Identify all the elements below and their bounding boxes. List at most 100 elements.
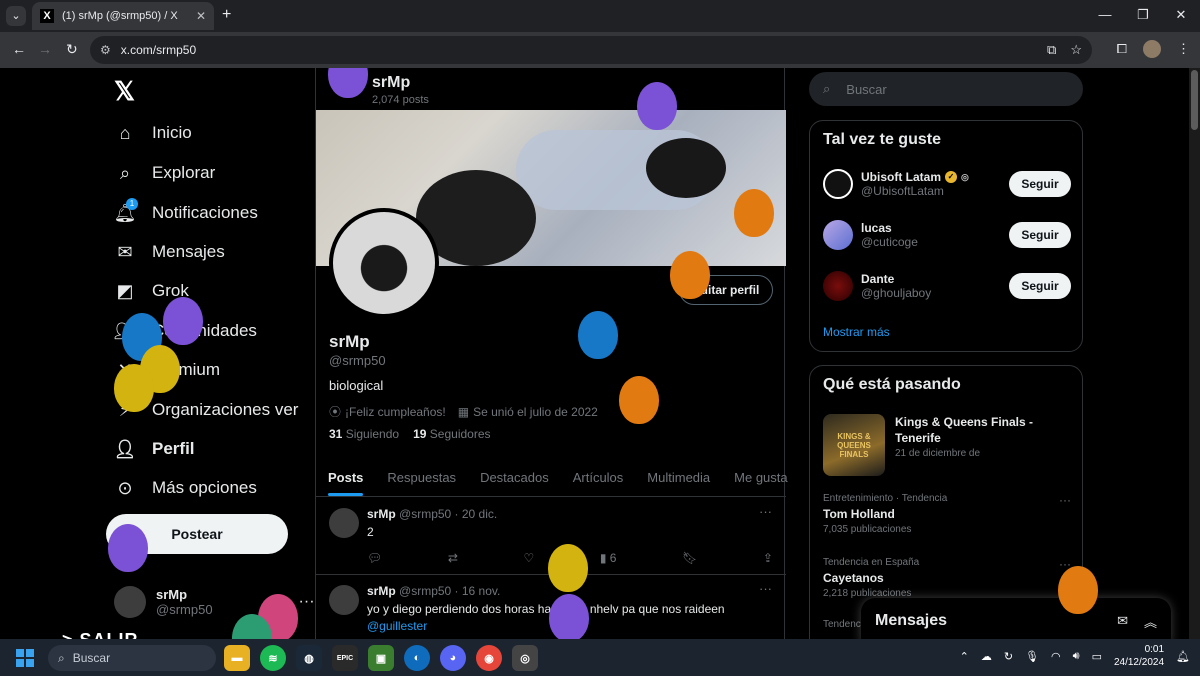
- site-info-icon[interactable]: ⚙: [100, 43, 111, 57]
- app-icon[interactable]: ◎: [512, 645, 538, 671]
- show-more-link[interactable]: Mostrar más: [823, 325, 890, 339]
- tab-search-dropdown[interactable]: ⌄: [6, 6, 26, 26]
- nav-item-notificaciones[interactable]: 🔔︎ 1 Notificaciones: [113, 198, 258, 224]
- close-tab-icon[interactable]: ✕: [196, 9, 206, 23]
- cloud-icon[interactable]: ☁: [981, 650, 992, 663]
- trend-item[interactable]: Tendencia en España Cayetanos 2,218 publ…: [823, 557, 1071, 599]
- avatar[interactable]: [329, 508, 359, 538]
- messages-drawer[interactable]: Mensajes ✉ ︽: [861, 598, 1171, 639]
- windows-start-icon[interactable]: [16, 649, 34, 667]
- minimize-icon[interactable]: —: [1086, 0, 1124, 32]
- x-logo-icon[interactable]: 𝕏: [114, 76, 135, 107]
- window-controls: — ❐ ✕: [1086, 0, 1200, 32]
- minecraft-icon[interactable]: ▣: [368, 645, 394, 671]
- trend-more-icon[interactable]: ···: [1059, 493, 1071, 507]
- spotify-icon[interactable]: ≋: [260, 645, 286, 671]
- suggestion-row[interactable]: Dante @ghouljaboy Seguir: [823, 266, 1071, 306]
- share-icon[interactable]: ⇪: [763, 551, 773, 565]
- event-item[interactable]: KINGS & QUEENS FINALS Kings & Queens Fin…: [823, 414, 1045, 476]
- tab-destacados[interactable]: Destacados: [468, 458, 561, 496]
- follow-stats: 31 Siguiendo 19 Seguidores: [329, 427, 491, 441]
- post-more-icon[interactable]: ···: [759, 504, 772, 519]
- notification-bell-icon[interactable]: 🔔︎: [1176, 650, 1190, 663]
- battery-icon[interactable]: ▭: [1092, 650, 1102, 663]
- reload-icon[interactable]: ↻: [66, 41, 78, 58]
- install-app-icon[interactable]: ⧉: [1047, 42, 1056, 58]
- nav-item-mas-opciones[interactable]: ⊙ Más opciones: [114, 477, 256, 499]
- new-tab-icon[interactable]: +: [222, 6, 231, 24]
- wifi-icon[interactable]: ◠: [1051, 650, 1061, 663]
- tab-multimedia[interactable]: Multimedia: [635, 458, 722, 496]
- taskbar-search[interactable]: ⌕ Buscar: [48, 645, 216, 671]
- new-message-icon[interactable]: ✉: [1117, 613, 1128, 629]
- views-stat[interactable]: ▮ 6: [600, 551, 617, 565]
- scrollbar-thumb[interactable]: [1191, 70, 1198, 130]
- browser-menu-icon[interactable]: ⋮: [1177, 41, 1190, 57]
- close-window-icon[interactable]: ✕: [1162, 0, 1200, 32]
- more-icon: ···: [298, 593, 315, 610]
- browser-tabbar: ⌄ X (1) srMp (@srmp50) / X ✕ + — ❐ ✕: [0, 0, 1200, 32]
- post-count: 2,074 posts: [372, 94, 429, 106]
- search-icon: ⌕: [58, 650, 65, 665]
- clock[interactable]: 0:01 24/12/2024: [1114, 643, 1164, 669]
- followers-link[interactable]: 19 Seguidores: [413, 427, 490, 441]
- url-text[interactable]: x.com/srmp50: [121, 43, 1037, 57]
- tab-me-gusta[interactable]: Me gusta: [722, 458, 799, 496]
- balloon-decoration: [637, 82, 677, 130]
- profile-avatar-icon[interactable]: [1143, 40, 1161, 58]
- browser-tab[interactable]: X (1) srMp (@srmp50) / X ✕: [32, 2, 214, 30]
- repost-icon[interactable]: ⇄: [448, 551, 458, 565]
- profile-name: srMp: [329, 332, 370, 351]
- chrome-icon[interactable]: ◉: [476, 645, 502, 671]
- suggestion-name: Ubisoft Latam: [861, 170, 942, 184]
- bookmark-icon[interactable]: 🔖︎: [682, 551, 697, 565]
- suggestion-row[interactable]: lucas @cuticoge Seguir: [823, 215, 1071, 255]
- volume-icon[interactable]: 🔊︎: [1073, 650, 1080, 663]
- follow-button[interactable]: Seguir: [1009, 273, 1071, 299]
- back-icon[interactable]: ←: [12, 41, 26, 57]
- bookmark-star-icon[interactable]: ☆: [1070, 42, 1082, 58]
- balloon-decoration: [578, 311, 618, 359]
- tab-respuestas[interactable]: Respuestas: [375, 458, 468, 496]
- microphone-icon[interactable]: 🎙︎: [1025, 650, 1039, 663]
- epic-games-icon[interactable]: EPIC: [332, 645, 358, 671]
- tab-posts[interactable]: Posts: [316, 458, 375, 496]
- file-explorer-icon[interactable]: ▬: [224, 645, 250, 671]
- suggestion-row[interactable]: Ubisoft Latam ✓ ◎ @UbisoftLatam Seguir: [823, 164, 1071, 204]
- person-icon: 👤︎: [113, 438, 137, 459]
- follow-button[interactable]: Seguir: [1009, 171, 1071, 197]
- follow-button[interactable]: Seguir: [1009, 222, 1071, 248]
- extensions-icon[interactable]: ⧠: [1117, 41, 1127, 57]
- salir-overlay-text[interactable]: > SALIR: [62, 630, 139, 639]
- mention-link[interactable]: @guillester: [367, 619, 427, 633]
- nav-item-inicio[interactable]: ⌂ Inicio: [114, 122, 192, 144]
- nav-item-explorar[interactable]: ⌕ Explorar: [114, 162, 215, 184]
- avatar[interactable]: [329, 585, 359, 615]
- forward-icon[interactable]: →: [38, 41, 52, 57]
- nav-item-mensajes[interactable]: ✉ Mensajes: [114, 241, 224, 263]
- search-input[interactable]: ⌕ Buscar: [809, 72, 1083, 106]
- chevron-up-icon[interactable]: ⌃: [960, 650, 969, 663]
- post-more-icon[interactable]: ···: [759, 581, 772, 596]
- profile-avatar[interactable]: [329, 208, 439, 318]
- page-scrollbar[interactable]: [1189, 68, 1200, 639]
- mail-icon: ✉: [117, 241, 133, 262]
- restore-icon[interactable]: ❐: [1124, 0, 1162, 32]
- like-icon[interactable]: ♡: [523, 551, 534, 565]
- tab-articulos[interactable]: Artículos: [561, 458, 636, 496]
- event-title: Kings & Queens Finals - Tenerife: [895, 415, 1034, 445]
- edge-icon[interactable]: ◐: [404, 645, 430, 671]
- post-author[interactable]: srMp: [367, 584, 396, 598]
- post-text: 2: [367, 525, 374, 539]
- post-author[interactable]: srMp: [367, 507, 396, 521]
- expand-up-icon[interactable]: ︽: [1144, 612, 1157, 631]
- sync-icon[interactable]: ↻: [1004, 650, 1013, 663]
- nav-item-perfil[interactable]: 👤︎ Perfil: [114, 438, 195, 460]
- discord-icon[interactable]: ◕: [440, 645, 466, 671]
- steam-icon[interactable]: ◍: [296, 645, 322, 671]
- trend-item[interactable]: Entretenimiento · Tendencia Tom Holland …: [823, 493, 1071, 535]
- address-bar[interactable]: ⚙ x.com/srmp50 ⧉ ☆: [90, 36, 1092, 64]
- reply-icon[interactable]: 💬︎: [367, 551, 382, 565]
- bell-icon: 🔔︎ 1: [113, 198, 138, 223]
- following-link[interactable]: 31 Siguiendo: [329, 427, 399, 441]
